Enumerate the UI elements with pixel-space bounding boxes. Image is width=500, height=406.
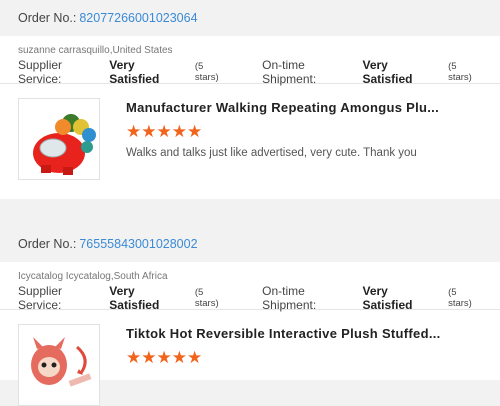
order-card: Order No.: 76555843001028002 Icycatalog … (0, 226, 500, 406)
buyer-section: Icycatalog Icycatalog,South Africa Suppl… (0, 262, 500, 312)
product-thumbnail[interactable] (18, 98, 100, 180)
shipment-label: On-time Shipment: (262, 284, 317, 312)
shipment-value: Very Satisfied (362, 58, 413, 86)
product-row: Tiktok Hot Reversible Interactive Plush … (0, 310, 500, 406)
buyer-section: suzanne carrasquillo,United States Suppl… (0, 36, 500, 86)
buyer-name: Icycatalog Icycatalog,South Africa (18, 271, 168, 282)
product-rating-stars: ★★★★★ (126, 348, 203, 367)
shipment-label: On-time Shipment: (262, 58, 317, 86)
buyer-name: suzanne carrasquillo,United States (18, 45, 173, 56)
order-number-link[interactable]: 76555843001028002 (79, 237, 197, 251)
order-header: Order No.: 82077266001023064 (0, 0, 500, 36)
shipment-stars: (5 stars) (448, 287, 472, 309)
product-rating-stars: ★★★★★ (126, 122, 203, 141)
product-thumbnail[interactable] (18, 324, 100, 406)
walking-robot-toy-icon (33, 114, 96, 175)
product-title[interactable]: Tiktok Hot Reversible Interactive Plush … (126, 326, 441, 341)
product-row: Manufacturer Walking Repeating Amongus P… (0, 84, 500, 199)
order-number-label: Order No.: (18, 237, 77, 251)
product-title[interactable]: Manufacturer Walking Repeating Amongus P… (126, 100, 439, 115)
supplier-service-label: Supplier Service: (18, 284, 63, 312)
supplier-service-label: Supplier Service: (18, 58, 63, 86)
shipment-value: Very Satisfied (362, 284, 413, 312)
supplier-service-value: Very Satisfied (109, 284, 160, 312)
review-text: Walks and talks just like advertised, ve… (126, 147, 417, 159)
order-number-link[interactable]: 82077266001023064 (79, 11, 197, 25)
plush-toy-icon (31, 337, 92, 387)
service-ratings: Supplier Service: Very Satisfied (5 star… (18, 58, 482, 86)
order-header: Order No.: 76555843001028002 (0, 226, 500, 262)
order-divider (0, 210, 500, 226)
order-number-label: Order No.: (18, 11, 77, 25)
shipment-stars: (5 stars) (448, 61, 472, 83)
supplier-service-stars: (5 stars) (194, 287, 219, 309)
supplier-service-value: Very Satisfied (109, 58, 160, 86)
supplier-service-stars: (5 stars) (194, 61, 219, 83)
service-ratings: Supplier Service: Very Satisfied (5 star… (18, 284, 482, 312)
order-card: Order No.: 82077266001023064 suzanne car… (0, 0, 500, 199)
